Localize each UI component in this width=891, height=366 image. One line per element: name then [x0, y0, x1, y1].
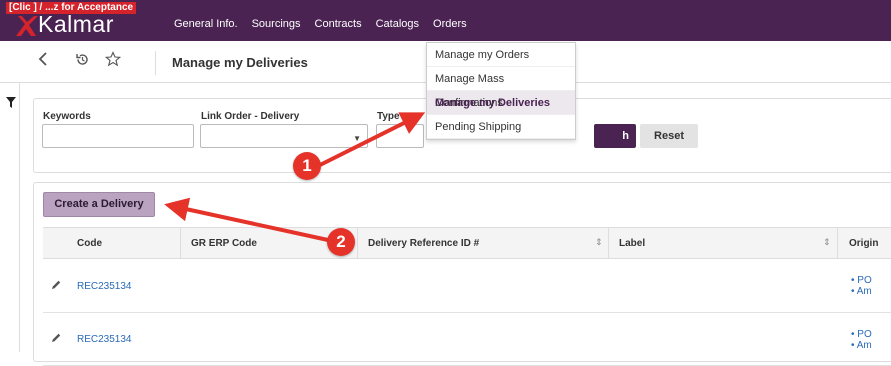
annotation-arrow-2	[164, 197, 329, 242]
annotation-badge-2: 2	[327, 228, 355, 256]
annotation-arrows	[164, 112, 426, 242]
annotation-arrow-1	[319, 112, 426, 167]
annotation-badge-1: 1	[293, 152, 321, 180]
